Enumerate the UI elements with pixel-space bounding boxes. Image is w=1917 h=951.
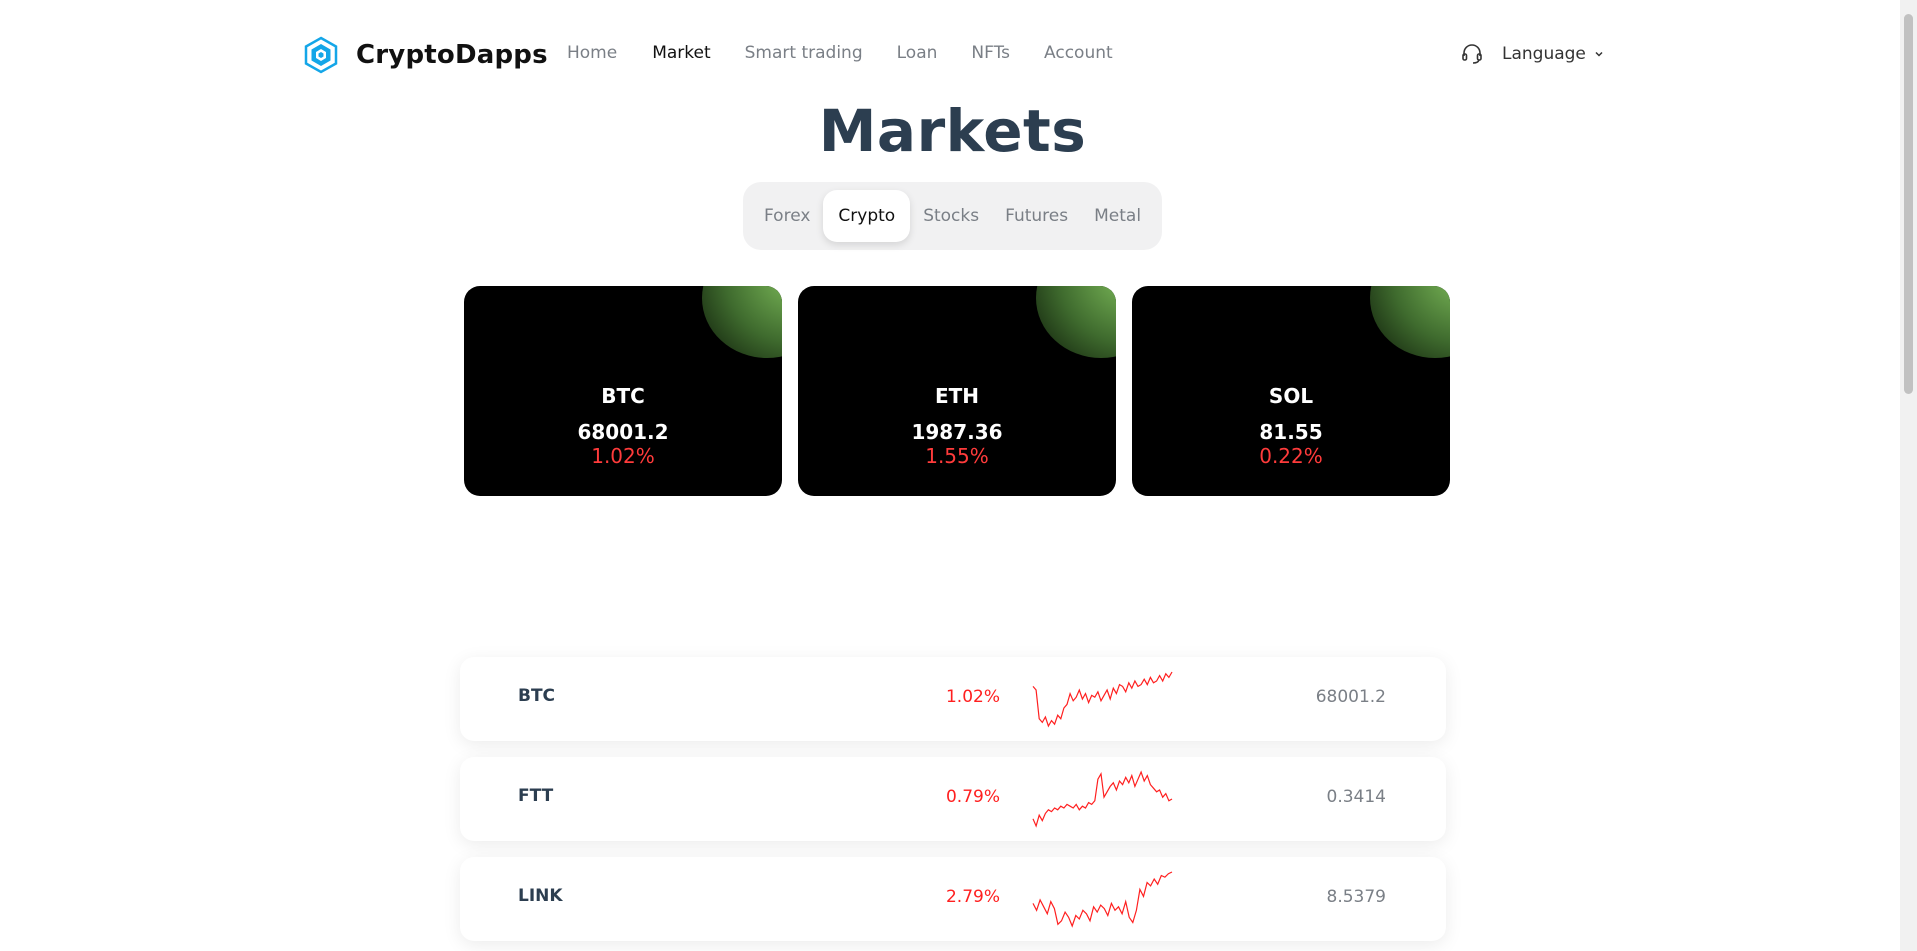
market-tabs: Forex Crypto Stocks Futures Metal	[743, 182, 1162, 250]
language-label: Language	[1502, 44, 1586, 64]
card-symbol: BTC	[601, 384, 645, 408]
ticker-card-eth[interactable]: ETH 1987.36 1.55%	[798, 286, 1116, 496]
nav-home[interactable]: Home	[567, 43, 617, 63]
row-change: 2.79%	[945, 887, 1000, 907]
row-symbol: LINK	[518, 886, 563, 906]
ticker-card-btc[interactable]: BTC 68001.2 1.02%	[464, 286, 782, 496]
row-price: 8.5379	[1326, 887, 1386, 907]
card-change: 0.22%	[1259, 444, 1323, 468]
tab-forex[interactable]: Forex	[751, 190, 823, 242]
tab-crypto[interactable]: Crypto	[823, 190, 911, 242]
brand[interactable]: CryptoDapps	[302, 36, 548, 74]
card-glow	[1370, 286, 1450, 358]
featured-cards: BTC 68001.2 1.02% ETH 1987.36 1.55% SOL …	[464, 286, 1450, 496]
sparkline-path	[1032, 671, 1173, 728]
nav-nfts[interactable]: NFTs	[971, 43, 1010, 63]
headset-icon[interactable]	[1460, 42, 1484, 66]
card-change: 1.55%	[925, 444, 989, 468]
scrollbar-thumb[interactable]	[1904, 14, 1913, 394]
sparkline-path	[1032, 871, 1173, 928]
card-symbol: SOL	[1268, 384, 1314, 408]
card-change: 1.02%	[591, 444, 655, 468]
row-change: 0.79%	[945, 787, 1000, 807]
card-glow	[702, 286, 782, 358]
page-scrollbar[interactable]	[1900, 0, 1917, 951]
row-symbol: FTT	[518, 786, 554, 806]
language-dropdown[interactable]: Language	[1502, 44, 1604, 64]
card-price: 81.55	[1259, 420, 1323, 444]
sparkline-path	[1032, 770, 1173, 828]
row-symbol: BTC	[518, 686, 556, 706]
nav-account[interactable]: Account	[1044, 43, 1113, 63]
card-glow	[1036, 286, 1116, 358]
tab-stocks[interactable]: Stocks	[910, 190, 992, 242]
brand-name: CryptoDapps	[356, 40, 548, 70]
sparkline-chart	[1032, 871, 1173, 928]
header-utility: Language	[1460, 42, 1604, 66]
market-row-btc[interactable]: BTC 1.02% 68001.2	[460, 657, 1446, 741]
ticker-card-sol[interactable]: SOL 81.55 0.22%	[1132, 286, 1450, 496]
card-price: 1987.36	[911, 420, 1003, 444]
market-row-link[interactable]: LINK 2.79% 8.5379	[460, 857, 1446, 941]
tab-metal[interactable]: Metal	[1081, 190, 1154, 242]
chevron-down-icon	[1595, 51, 1603, 57]
sparkline-chart	[1032, 671, 1173, 728]
hexagon-logo-icon	[304, 36, 338, 74]
nav-market[interactable]: Market	[652, 43, 710, 63]
nav-loan[interactable]: Loan	[897, 43, 938, 63]
tab-futures[interactable]: Futures	[992, 190, 1081, 242]
row-price: 0.3414	[1326, 787, 1386, 807]
row-change: 1.02%	[945, 687, 1000, 707]
sparkline-chart	[1032, 770, 1173, 828]
card-price: 68001.2	[577, 420, 669, 444]
market-row-ftt[interactable]: FTT 0.79% 0.3414	[460, 757, 1446, 841]
page-title: Markets	[818, 97, 1087, 165]
nav-smart-trading[interactable]: Smart trading	[745, 43, 863, 63]
top-nav-bar: CryptoDapps Home Market Smart trading Lo…	[0, 0, 1900, 110]
row-price: 68001.2	[1315, 687, 1386, 707]
card-symbol: ETH	[934, 384, 980, 408]
main-nav: Home Market Smart trading Loan NFTs Acco…	[567, 43, 1147, 63]
